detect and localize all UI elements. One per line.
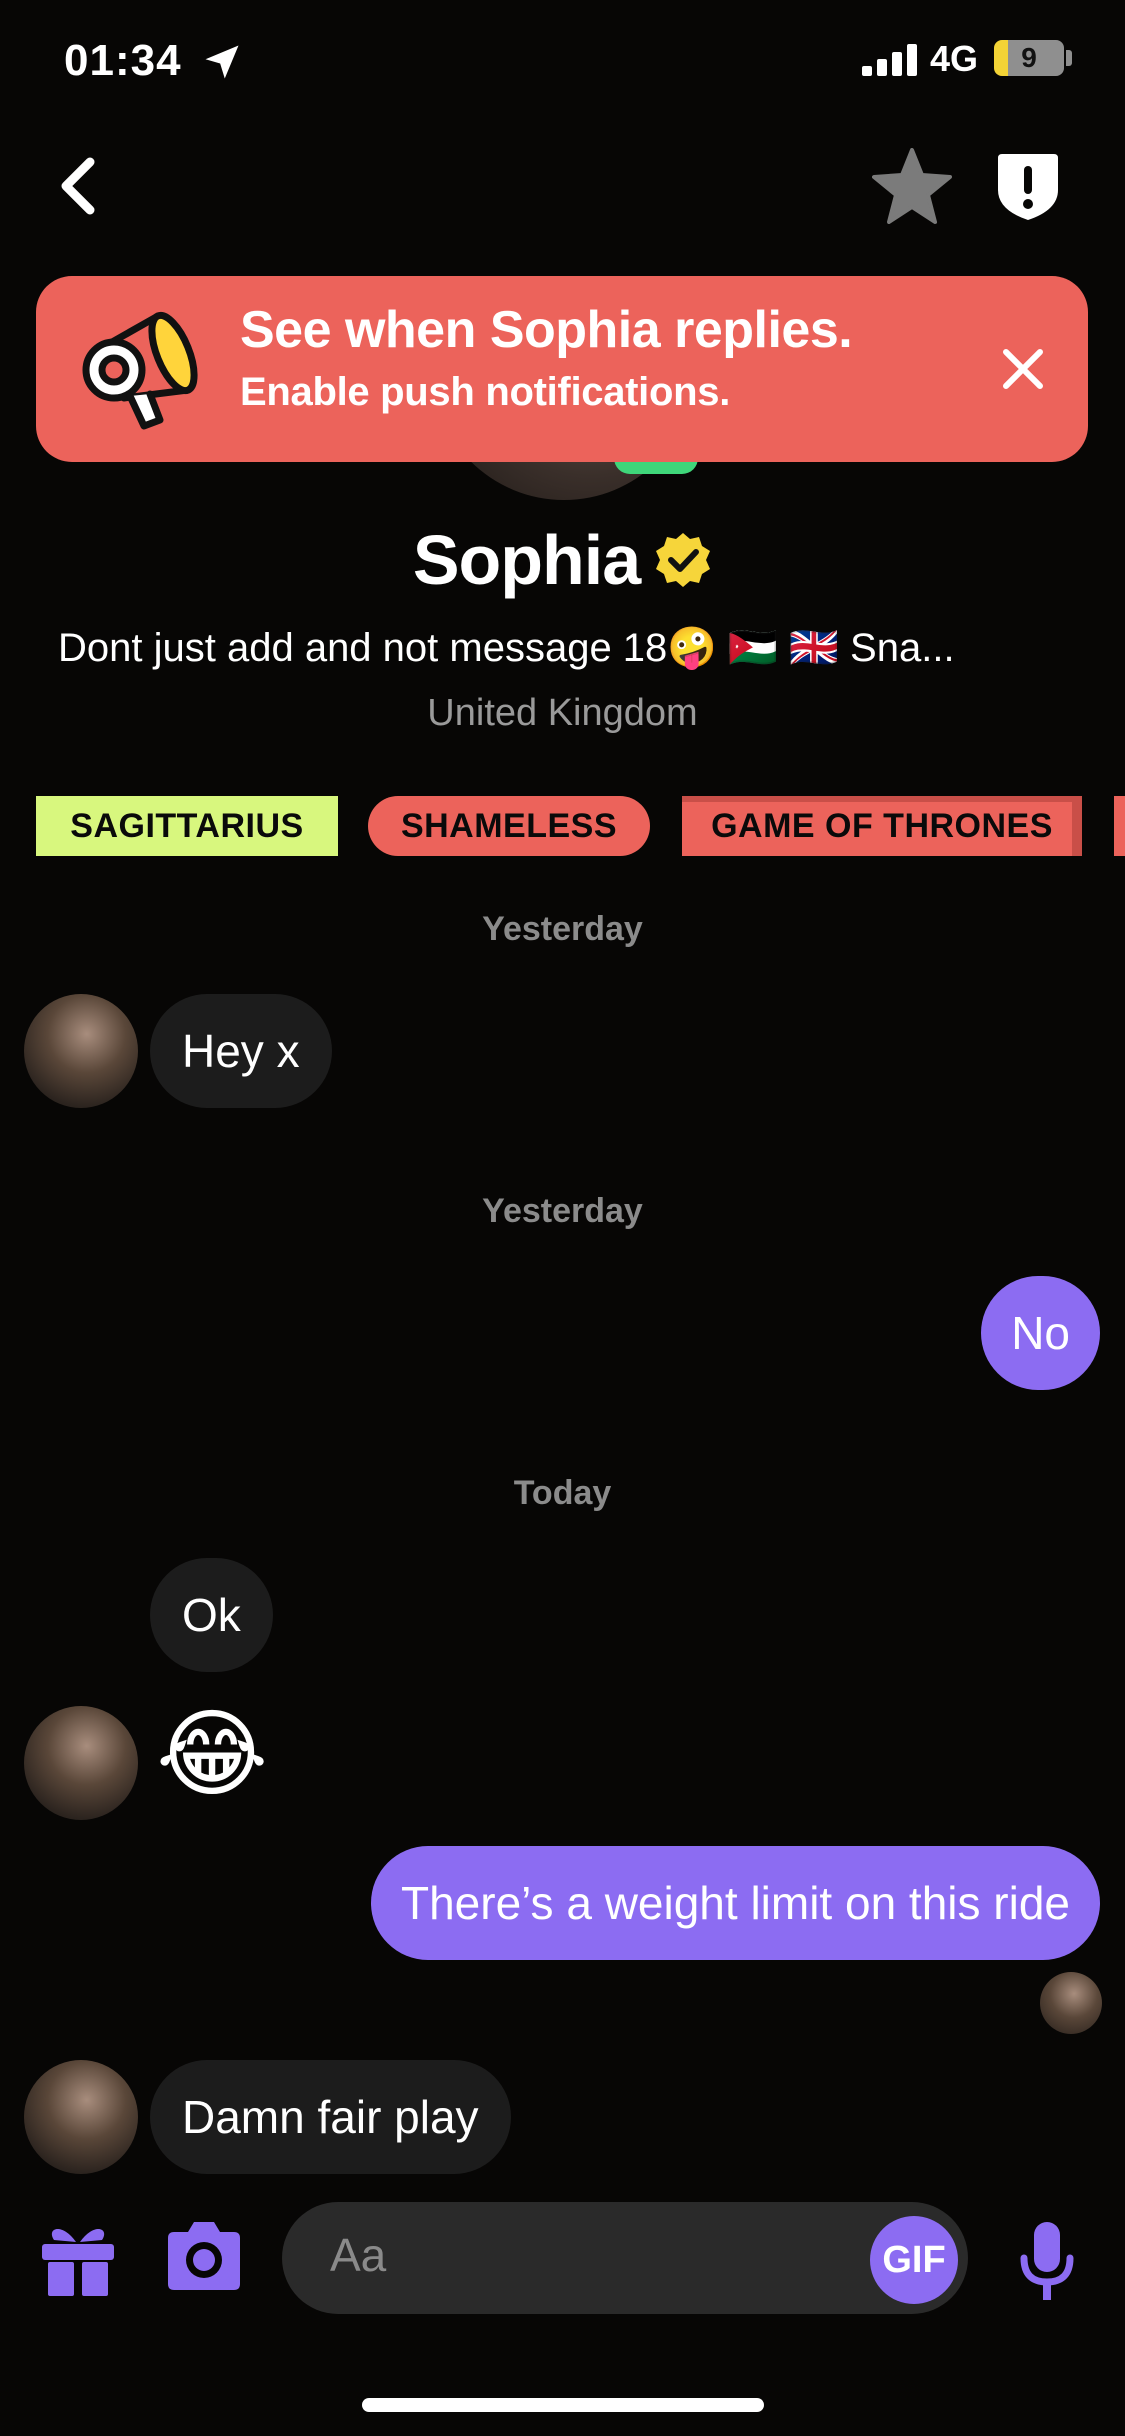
megaphone-icon: [82, 311, 198, 430]
banner-subtitle: Enable push notifications.: [240, 370, 731, 414]
sender-avatar[interactable]: [24, 2060, 138, 2174]
interest-tag[interactable]: SAGITTARIUS: [36, 796, 338, 856]
interest-tag[interactable]: GAME OF THRONES: [682, 796, 1082, 856]
battery-icon: 9: [994, 40, 1064, 76]
date-separator: Yesterday: [482, 910, 643, 948]
message-bubble-outgoing[interactable]: No: [981, 1276, 1100, 1390]
report-shield-icon[interactable]: [994, 150, 1062, 222]
date-separator: Today: [513, 1474, 612, 1512]
banner-title: See when Sophia replies.: [240, 301, 853, 359]
sender-avatar[interactable]: [24, 994, 138, 1108]
date-separator: Yesterday: [482, 1192, 643, 1230]
profile-name: Sophia: [412, 521, 641, 599]
interest-tag-partial[interactable]: [1114, 796, 1125, 856]
sender-avatar[interactable]: [24, 1706, 138, 1820]
location-arrow-icon: [205, 45, 239, 79]
favorite-star-icon[interactable]: [872, 148, 952, 224]
message-bubble-incoming[interactable]: Hey x: [150, 994, 332, 1108]
profile-location: United Kingdom: [427, 692, 698, 734]
profile-bio: Dont just add and not message 18🤪 🇯🇴 🇬🇧 …: [58, 626, 955, 670]
profile-name-row: Sophia: [0, 520, 1125, 600]
interest-tag[interactable]: SHAMELESS: [368, 796, 650, 856]
gift-icon[interactable]: [38, 2218, 118, 2298]
cellular-signal-icon: [862, 44, 917, 76]
message-bubble-outgoing[interactable]: There’s a weight limit on this ride: [371, 1846, 1100, 1960]
camera-icon[interactable]: [162, 2216, 246, 2296]
read-receipt-avatar: [1040, 1972, 1102, 2034]
emoji-message[interactable]: 😂: [156, 1700, 268, 1810]
back-chevron-icon[interactable]: [52, 156, 102, 216]
close-icon[interactable]: [998, 344, 1048, 394]
microphone-icon[interactable]: [1018, 2220, 1076, 2304]
message-input-placeholder[interactable]: Aa: [330, 2228, 386, 2282]
gif-button[interactable]: GIF: [870, 2216, 958, 2304]
status-time: 01:34: [64, 36, 182, 85]
network-type: 4G: [930, 38, 979, 79]
battery-tip: [1066, 50, 1072, 66]
battery-level: 9: [1021, 42, 1037, 73]
verified-badge-icon: [656, 533, 711, 587]
message-bubble-incoming[interactable]: Ok: [150, 1558, 273, 1672]
message-bubble-incoming[interactable]: Damn fair play: [150, 2060, 511, 2174]
home-indicator: [362, 2398, 764, 2412]
